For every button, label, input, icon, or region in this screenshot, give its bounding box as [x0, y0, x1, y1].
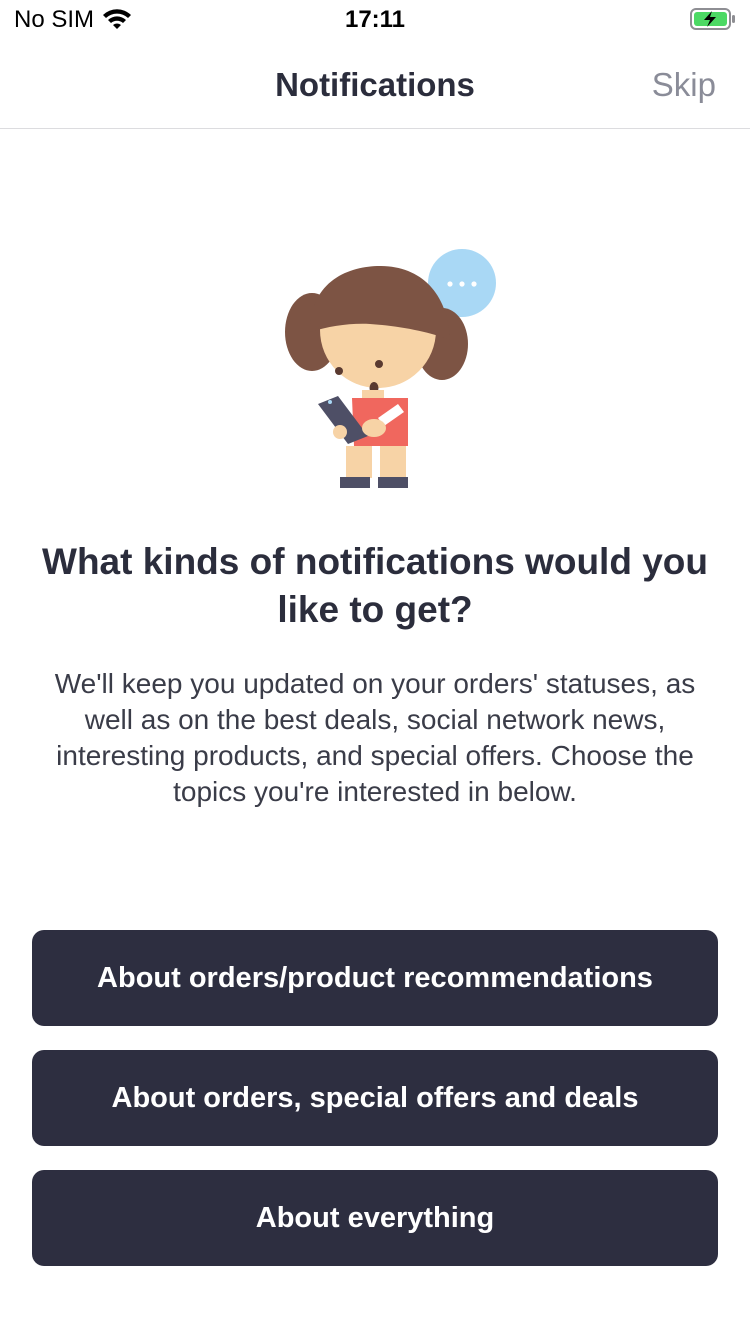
description-text: We'll keep you updated on your orders' s…	[54, 668, 696, 807]
page-title: Notifications	[275, 66, 475, 103]
battery-charging-icon	[690, 8, 735, 30]
status-time: 17:11	[344, 6, 406, 33]
option-orders-recommendations-button[interactable]: About orders/product recommendations	[32, 930, 718, 1026]
status-bar: No SIM 17:11	[0, 0, 750, 40]
headline: What kinds of notifications would you li…	[42, 541, 708, 630]
option-everything-button[interactable]: About everything	[32, 1170, 718, 1266]
option-orders-offers-deals-button[interactable]: About orders, special offers and deals	[32, 1050, 718, 1146]
navigation-bar: Notifications Skip	[0, 40, 750, 129]
skip-button[interactable]: Skip	[652, 66, 716, 104]
girl-with-phone-illustration	[285, 249, 496, 488]
